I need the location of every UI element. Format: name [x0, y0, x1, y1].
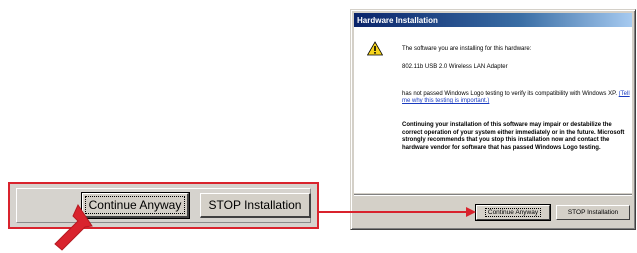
- dialog-title-bar: Hardware Installation: [354, 13, 632, 27]
- zoomed-continue-anyway-label: Continue Anyway: [84, 196, 186, 214]
- continue-anyway-label: Continue Anyway: [484, 208, 542, 217]
- warning-icon: [367, 41, 383, 56]
- stop-installation-label: STOP Installation: [567, 209, 619, 216]
- dialog-intro-text: The software you are installing for this…: [402, 46, 532, 52]
- hardware-installation-dialog: Hardware Installation The software you a…: [350, 9, 636, 230]
- continue-anyway-button[interactable]: Continue Anyway: [475, 204, 551, 221]
- zoomed-button-panel: Continue Anyway STOP Installation: [8, 182, 319, 229]
- zoomed-continue-anyway-button[interactable]: Continue Anyway: [81, 192, 190, 219]
- zoomed-stop-installation-button[interactable]: STOP Installation: [200, 193, 311, 218]
- dialog-separator: [354, 194, 632, 196]
- warning-message: Continuing your installation of this sof…: [402, 122, 625, 151]
- dialog-title: Hardware Installation: [357, 15, 438, 25]
- logo-testing-message: has not passed Windows Logo testing to v…: [402, 91, 617, 97]
- dialog-body: The software you are installing for this…: [354, 27, 632, 193]
- zoomed-stop-installation-label: STOP Installation: [208, 198, 302, 212]
- device-name: 802.11b USB 2.0 Wireless LAN Adapter: [402, 64, 508, 70]
- logo-testing-text: has not passed Windows Logo testing to v…: [402, 91, 630, 105]
- stop-installation-button[interactable]: STOP Installation: [556, 205, 630, 220]
